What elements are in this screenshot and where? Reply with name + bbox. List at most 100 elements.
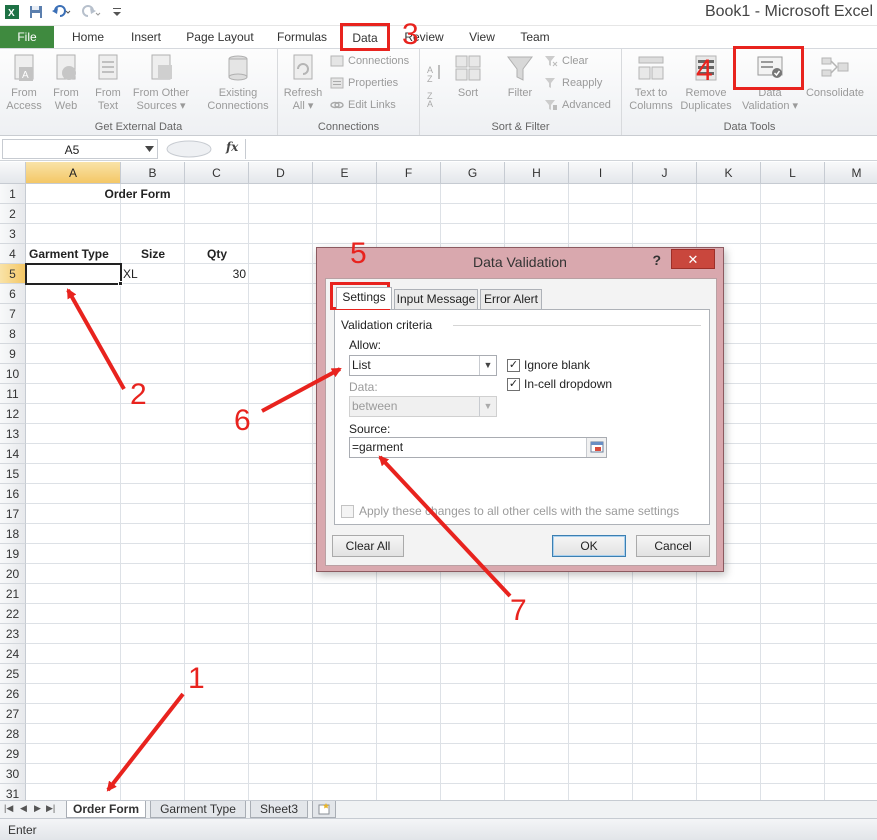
help-button[interactable]: ?: [652, 252, 661, 268]
row-header[interactable]: 17: [0, 504, 26, 524]
advanced-button[interactable]: Advanced: [544, 99, 611, 111]
row-header[interactable]: 23: [0, 624, 26, 644]
insert-function-button[interactable]: fx: [226, 140, 238, 154]
column-header-a[interactable]: A: [26, 162, 121, 184]
sort-button[interactable]: Sort: [450, 53, 486, 100]
tab-settings[interactable]: Settings: [336, 287, 392, 309]
name-box-dropdown-icon[interactable]: [145, 146, 154, 152]
name-box[interactable]: A5: [2, 139, 158, 159]
tab-error-alert[interactable]: Error Alert: [480, 289, 542, 309]
tab-view[interactable]: View: [460, 26, 504, 48]
row-header[interactable]: 13: [0, 424, 26, 444]
cell-c4[interactable]: Qty: [185, 244, 249, 264]
redo-icon[interactable]: [80, 3, 102, 21]
tab-team[interactable]: Team: [512, 26, 558, 48]
from-text-button[interactable]: From Text: [86, 53, 130, 113]
close-button[interactable]: ✕: [671, 249, 715, 269]
column-header-l[interactable]: L: [761, 162, 825, 184]
collapse-dialog-button[interactable]: [586, 438, 606, 457]
row-header[interactable]: 16: [0, 484, 26, 504]
column-header-c[interactable]: C: [185, 162, 249, 184]
row-header[interactable]: 4: [0, 244, 26, 264]
from-web-button[interactable]: From Web: [44, 53, 88, 113]
first-sheet-icon[interactable]: |◀: [4, 803, 13, 814]
cell-c5[interactable]: 30: [185, 264, 246, 284]
clear-button[interactable]: Clear: [544, 55, 588, 67]
row-header[interactable]: 1: [0, 184, 26, 204]
row-header[interactable]: 28: [0, 724, 26, 744]
tab-formulas[interactable]: Formulas: [270, 26, 334, 48]
sheet-tab-sheet3[interactable]: Sheet3: [250, 801, 308, 818]
in-cell-dropdown-checkbox[interactable]: ✓: [507, 378, 520, 391]
selected-cell-a5[interactable]: [25, 263, 122, 285]
existing-connections-button[interactable]: Existing Connections: [200, 53, 276, 113]
row-header[interactable]: 31: [0, 784, 26, 800]
row-header[interactable]: 8: [0, 324, 26, 344]
connections-button[interactable]: Connections: [330, 55, 409, 67]
clear-all-button[interactable]: Clear All: [332, 535, 404, 557]
row-header[interactable]: 21: [0, 584, 26, 604]
sheet-tab-order-form[interactable]: Order Form: [66, 801, 146, 818]
row-header[interactable]: 9: [0, 344, 26, 364]
row-header[interactable]: 18: [0, 524, 26, 544]
next-sheet-icon[interactable]: ▶: [34, 803, 41, 814]
tab-insert[interactable]: Insert: [120, 26, 172, 48]
refresh-all-button[interactable]: Refresh All ▾: [280, 53, 326, 113]
row-header[interactable]: 19: [0, 544, 26, 564]
select-all-corner[interactable]: [0, 162, 26, 184]
filter-button[interactable]: Filter: [500, 53, 540, 100]
row-header[interactable]: 25: [0, 664, 26, 684]
edit-links-button[interactable]: Edit Links: [330, 99, 396, 111]
undo-icon[interactable]: [50, 3, 72, 21]
consolidate-button[interactable]: Consolidate: [802, 53, 868, 100]
cell-b1[interactable]: Order Form: [26, 184, 249, 204]
fill-handle[interactable]: [118, 281, 123, 286]
save-icon[interactable]: [28, 3, 44, 21]
tab-page-layout[interactable]: Page Layout: [180, 26, 260, 48]
text-to-columns-button[interactable]: Text to Columns: [626, 53, 676, 113]
row-header[interactable]: 14: [0, 444, 26, 464]
row-header[interactable]: 10: [0, 364, 26, 384]
sort-a-z-button[interactable]: AZZA: [426, 59, 444, 107]
reapply-button[interactable]: Reapply: [544, 77, 602, 89]
ok-button[interactable]: OK: [552, 535, 626, 557]
allow-select[interactable]: List ▼: [349, 355, 497, 376]
row-header[interactable]: 3: [0, 224, 26, 244]
tab-file[interactable]: File: [0, 26, 54, 48]
column-header-e[interactable]: E: [313, 162, 377, 184]
cell-b5[interactable]: XL: [123, 264, 185, 284]
from-other-sources-button[interactable]: From Other Sources ▾: [128, 53, 194, 113]
customize-qat-icon[interactable]: [110, 3, 124, 21]
column-header-m[interactable]: M: [825, 162, 877, 184]
column-header-h[interactable]: H: [505, 162, 569, 184]
tab-home[interactable]: Home: [62, 26, 114, 48]
row-header[interactable]: 12: [0, 404, 26, 424]
row-header[interactable]: 5: [0, 264, 26, 284]
row-header[interactable]: 20: [0, 564, 26, 584]
cell-a4[interactable]: Garment Type: [29, 244, 123, 264]
row-header[interactable]: 7: [0, 304, 26, 324]
row-header[interactable]: 2: [0, 204, 26, 224]
column-header-g[interactable]: G: [441, 162, 505, 184]
column-header-k[interactable]: K: [697, 162, 761, 184]
row-header[interactable]: 27: [0, 704, 26, 724]
column-header-j[interactable]: J: [633, 162, 697, 184]
formula-input[interactable]: [245, 139, 877, 159]
column-header-f[interactable]: F: [377, 162, 441, 184]
allow-dropdown-icon[interactable]: ▼: [479, 356, 496, 375]
column-header-i[interactable]: I: [569, 162, 633, 184]
row-header[interactable]: 11: [0, 384, 26, 404]
column-header-d[interactable]: D: [249, 162, 313, 184]
prev-sheet-icon[interactable]: ◀: [20, 803, 27, 814]
sheet-tab-garment-type[interactable]: Garment Type: [150, 801, 246, 818]
row-header[interactable]: 29: [0, 744, 26, 764]
row-header[interactable]: 26: [0, 684, 26, 704]
last-sheet-icon[interactable]: ▶|: [46, 803, 55, 814]
ignore-blank-checkbox[interactable]: ✓: [507, 359, 520, 372]
from-access-button[interactable]: A From Access: [2, 53, 46, 113]
source-input[interactable]: =garment: [349, 437, 607, 458]
row-header[interactable]: 24: [0, 644, 26, 664]
insert-sheet-button[interactable]: [312, 801, 336, 818]
row-header[interactable]: 6: [0, 284, 26, 304]
row-header[interactable]: 15: [0, 464, 26, 484]
